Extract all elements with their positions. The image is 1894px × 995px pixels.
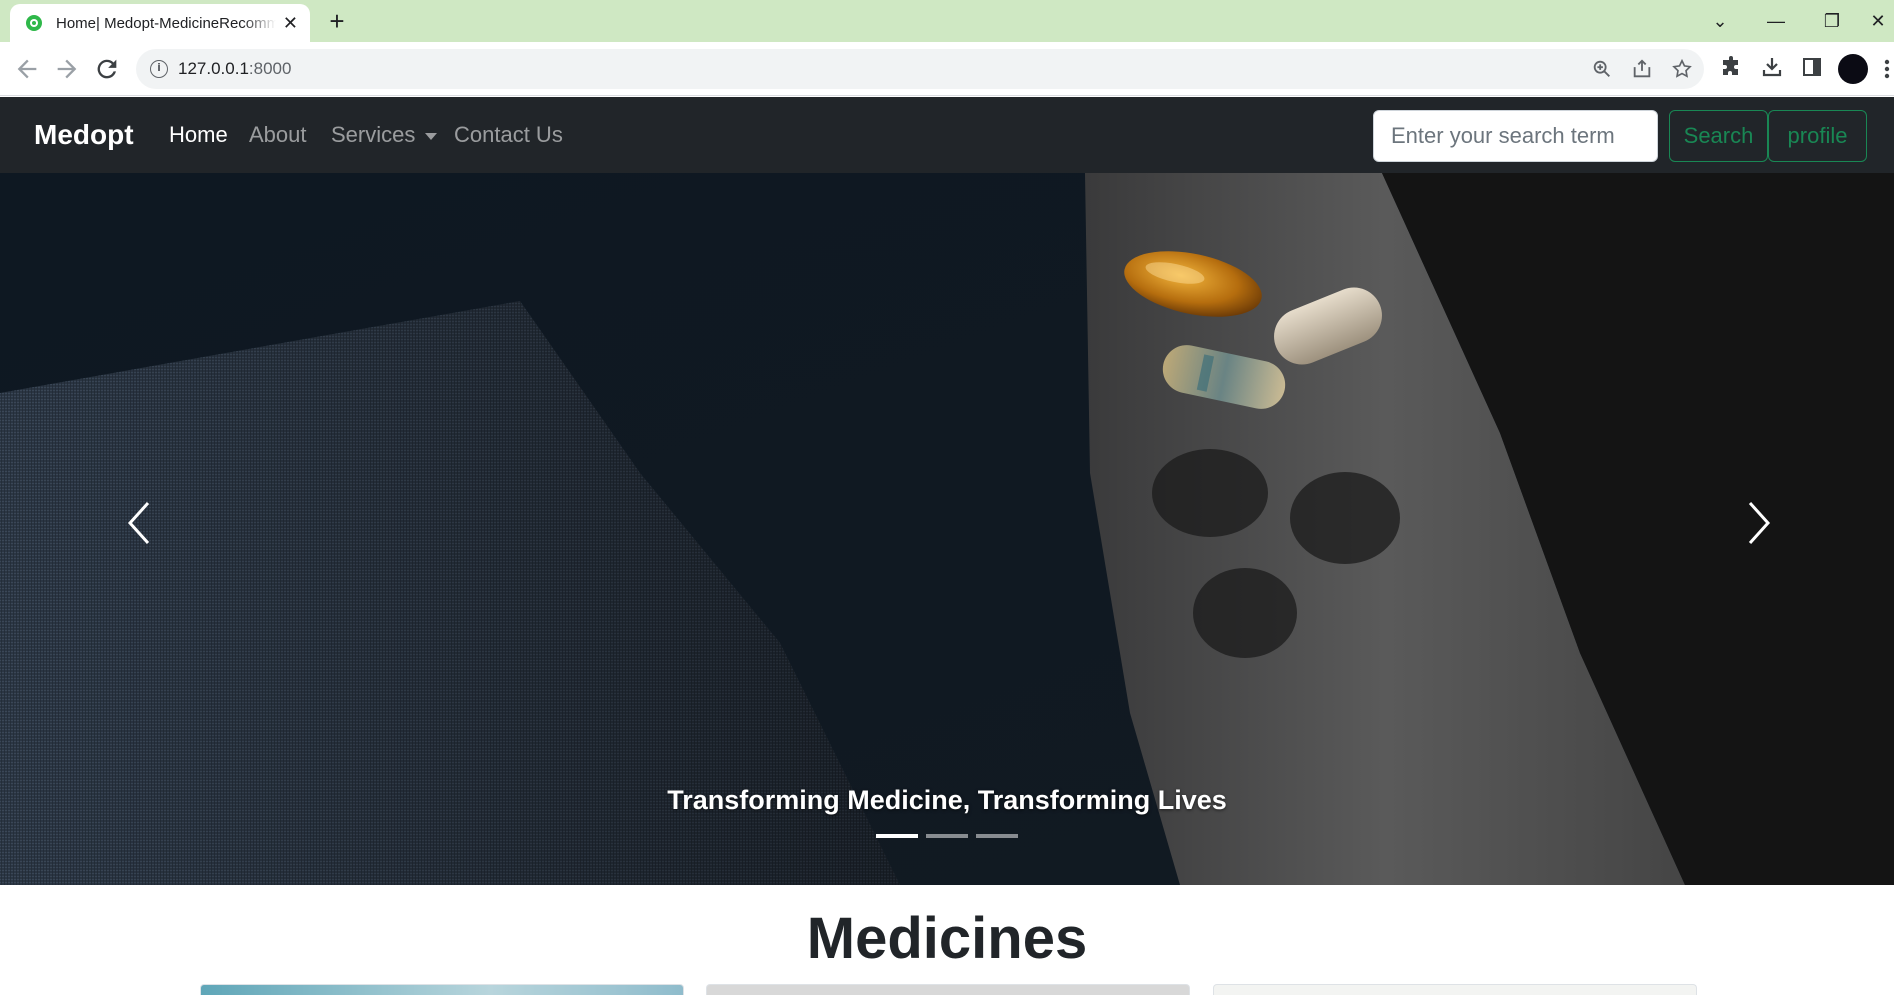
address-bar[interactable]: i 127.0.0.1:8000 [136, 49, 1704, 89]
share-icon[interactable] [1630, 58, 1654, 82]
download-icon[interactable] [1758, 55, 1786, 83]
profile-button[interactable]: profile [1768, 110, 1867, 162]
browser-tabstrip: Home| Medopt-MedicineRecommendation ✕ + … [0, 0, 1894, 42]
minimize-icon[interactable]: — [1756, 6, 1796, 36]
medicine-card[interactable] [200, 984, 684, 995]
tab-close-icon[interactable]: ✕ [283, 14, 298, 32]
carousel-indicator-1[interactable] [876, 834, 918, 838]
zoom-icon[interactable] [1590, 58, 1614, 82]
hero-carousel: Transforming Medicine, Transforming Live… [0, 173, 1894, 885]
url-port: :8000 [248, 59, 292, 78]
search-input[interactable] [1373, 110, 1658, 162]
nav-link-home[interactable]: Home [169, 97, 228, 173]
carousel-next-button[interactable] [1727, 493, 1787, 553]
forward-icon[interactable] [53, 55, 81, 83]
side-panel-icon[interactable] [1798, 55, 1826, 83]
site-favicon-icon [26, 15, 42, 31]
browser-toolbar: i 127.0.0.1:8000 [0, 42, 1894, 96]
profile-avatar[interactable] [1838, 54, 1868, 84]
url-host: 127.0.0.1 [178, 59, 249, 78]
back-icon[interactable] [13, 55, 41, 83]
brand-logo[interactable]: Medopt [34, 97, 134, 173]
reload-icon[interactable] [93, 55, 121, 83]
carousel-prev-button[interactable] [111, 493, 171, 553]
menu-icon[interactable] [1880, 55, 1894, 83]
medicine-card[interactable] [1213, 984, 1697, 995]
dropdown-caret-icon [425, 132, 438, 140]
medicines-heading: Medicines [806, 906, 1088, 971]
hero-pills-image [0, 173, 1894, 885]
carousel-indicators [0, 834, 1894, 838]
tab-search-icon[interactable]: ⌄ [1700, 6, 1740, 36]
window-close-icon[interactable]: ✕ [1862, 6, 1894, 36]
services-label: Services [331, 122, 416, 147]
carousel-indicator-3[interactable] [976, 834, 1018, 838]
medicine-card[interactable] [706, 984, 1190, 995]
nav-link-services[interactable]: Services [331, 97, 438, 173]
search-button[interactable]: Search [1669, 110, 1768, 162]
tab-title: Home| Medopt-MedicineRecommendation [56, 14, 276, 32]
new-tab-button[interactable]: + [322, 8, 352, 36]
chevron-left-icon [127, 501, 150, 545]
extensions-icon[interactable] [1718, 55, 1746, 83]
restore-icon[interactable]: ❐ [1812, 6, 1852, 36]
site-info-icon[interactable]: i [150, 60, 168, 78]
chevron-right-icon [1748, 501, 1771, 545]
browser-tab-active[interactable]: Home| Medopt-MedicineRecommendation ✕ [10, 4, 310, 42]
carousel-caption: Transforming Medicine, Transforming Live… [667, 785, 1227, 815]
carousel-indicator-2[interactable] [926, 834, 968, 838]
bookmark-star-icon[interactable] [1670, 58, 1694, 82]
nav-link-contact[interactable]: Contact Us [454, 97, 563, 173]
site-navbar: Medopt Home About Services Contact Us Se… [0, 97, 1894, 173]
nav-link-about[interactable]: About [249, 97, 307, 173]
url-text[interactable]: 127.0.0.1:8000 [178, 49, 291, 89]
